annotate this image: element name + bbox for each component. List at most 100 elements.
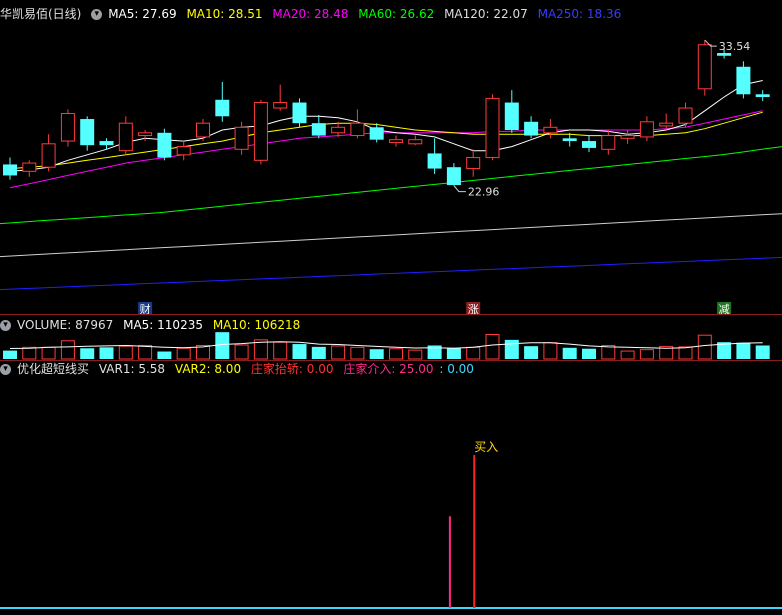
volume-bar bbox=[157, 351, 172, 359]
candle-body bbox=[60, 113, 75, 142]
candle-body bbox=[562, 138, 577, 142]
candle-body bbox=[138, 132, 153, 137]
chevron-down-icon[interactable]: ▾ bbox=[0, 320, 11, 331]
chevron-down-icon[interactable]: ▾ bbox=[0, 364, 11, 375]
volume-bar bbox=[543, 342, 558, 360]
candle-body bbox=[620, 135, 635, 139]
low-pointer bbox=[453, 185, 466, 193]
buy-signal-label: 买入 bbox=[474, 440, 498, 454]
high-price-label: 33.54 bbox=[719, 40, 751, 53]
volume-bar bbox=[22, 346, 37, 360]
ma60-label: MA60: 26.62 bbox=[358, 7, 435, 21]
volume-bar bbox=[620, 350, 635, 360]
vol-ma10-label: MA10: 106218 bbox=[212, 318, 301, 332]
candle-body bbox=[273, 102, 288, 109]
candle-body bbox=[22, 162, 37, 172]
volume-bar bbox=[292, 344, 307, 359]
tail-label: : 0.00 bbox=[439, 362, 474, 376]
volume-bar bbox=[41, 346, 56, 360]
volume-bar bbox=[331, 345, 346, 360]
candle-body bbox=[176, 146, 191, 156]
volume-bar bbox=[99, 347, 114, 359]
candle-body bbox=[41, 143, 56, 168]
candle-body bbox=[697, 44, 712, 90]
zjtj-label: 庄家抬轿: 0.00 bbox=[250, 362, 334, 376]
indicator-name: 优化超短线买 bbox=[17, 362, 90, 376]
candle-body bbox=[659, 122, 674, 127]
ma60-line bbox=[0, 146, 782, 225]
candle-body bbox=[485, 97, 500, 159]
candle-body bbox=[639, 121, 654, 138]
ma250-label: MA250: 18.36 bbox=[537, 7, 622, 21]
volume-bar bbox=[118, 345, 133, 360]
volume-bar bbox=[524, 346, 539, 359]
volume-bar bbox=[60, 340, 75, 360]
volume-bar bbox=[350, 346, 365, 360]
volume-header: ▾ VOLUME: 87967 MA5: 110235 MA10: 106218 bbox=[0, 317, 306, 333]
candle-body bbox=[543, 126, 558, 134]
candle-body bbox=[601, 135, 616, 150]
volume-bar bbox=[639, 349, 654, 360]
volume-bar bbox=[736, 342, 751, 359]
volume-bar bbox=[562, 347, 577, 359]
candle-body bbox=[736, 66, 751, 95]
candle-body bbox=[504, 102, 519, 131]
candle-body bbox=[196, 122, 210, 138]
indicator-pane: 买入 bbox=[0, 440, 782, 609]
low-price-label: 22.96 bbox=[468, 186, 500, 199]
volume-label: VOLUME: 87967 bbox=[17, 318, 114, 332]
candle-body bbox=[311, 123, 326, 136]
candle-body bbox=[118, 122, 133, 152]
volume-bar bbox=[485, 334, 500, 360]
volume-bar bbox=[138, 344, 153, 360]
var2-label: VAR2: 8.00 bbox=[174, 362, 242, 376]
candle-body bbox=[253, 102, 268, 161]
ma10-label: MA10: 28.51 bbox=[186, 7, 263, 21]
volume-bar bbox=[601, 344, 616, 360]
ma250-line bbox=[0, 256, 782, 291]
volume-bar bbox=[504, 339, 519, 359]
volume-bar bbox=[697, 334, 712, 360]
candle-body bbox=[466, 157, 481, 170]
ma120-label: MA120: 22.07 bbox=[444, 7, 528, 21]
volume-bar bbox=[234, 344, 249, 360]
candle-body bbox=[99, 141, 114, 146]
volume-bar bbox=[408, 349, 423, 360]
candle-body bbox=[582, 141, 596, 148]
volume-bar bbox=[273, 341, 288, 360]
volume-bar bbox=[446, 347, 461, 359]
volume-bar bbox=[466, 346, 481, 360]
main-header: 华凯易佰(日线) ▾ MA5: 27.69 MA10: 28.51 MA20: 2… bbox=[0, 6, 627, 22]
vol-ma5-label: MA5: 110235 bbox=[123, 318, 203, 332]
volume-bar bbox=[311, 346, 326, 359]
volume-bar bbox=[389, 348, 403, 360]
candle-body bbox=[755, 94, 770, 98]
volume-bar bbox=[3, 350, 17, 359]
candle-body bbox=[215, 99, 230, 117]
candle-body bbox=[678, 107, 693, 124]
var1-label: VAR1: 5.58 bbox=[98, 362, 166, 376]
volume-bar bbox=[582, 348, 596, 359]
stock-title: 华凯易佰(日线) bbox=[0, 7, 82, 21]
candle-body bbox=[157, 132, 172, 158]
volume-bar bbox=[755, 345, 770, 359]
indicator-header: ▾ 优化超短线买 VAR1: 5.58 VAR2: 8.00 庄家抬轿: 0.00… bbox=[0, 361, 480, 377]
candle-body bbox=[408, 139, 423, 145]
ma5-label: MA5: 27.69 bbox=[108, 7, 177, 21]
candle-body bbox=[389, 139, 403, 143]
candle-body bbox=[292, 102, 307, 124]
volume-pane bbox=[3, 332, 770, 360]
candle-body bbox=[234, 126, 249, 150]
price-pane: 33.5422.96财涨减 bbox=[0, 39, 782, 316]
candle-body bbox=[446, 167, 461, 186]
volume-bar bbox=[369, 349, 384, 359]
pane-separator-top bbox=[0, 314, 782, 315]
chevron-down-icon[interactable]: ▾ bbox=[91, 9, 103, 20]
candle-body bbox=[717, 53, 732, 56]
volume-bar bbox=[176, 347, 191, 360]
candle-body bbox=[331, 126, 346, 134]
zjjr-label: 庄家介入: 25.00 bbox=[343, 362, 434, 376]
candle-body bbox=[80, 119, 95, 146]
stock-chart[interactable]: 33.5422.96财涨减 买入 bbox=[0, 0, 782, 615]
ma20-label: MA20: 28.48 bbox=[272, 7, 349, 21]
